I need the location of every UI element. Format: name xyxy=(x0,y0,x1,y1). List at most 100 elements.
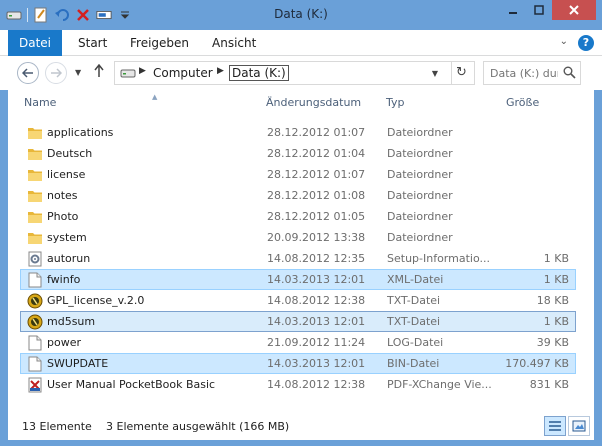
file-name: power xyxy=(47,336,81,349)
file-row[interactable]: GPL_license_v.2.0 14.08.2012 12:38 TXT-Dat… xyxy=(20,290,576,311)
file-type: BIN-Datei xyxy=(387,357,440,370)
file-size: 170.497 KB xyxy=(505,357,569,370)
folder-icon xyxy=(27,209,43,225)
selection-info: 3 Elemente ausgewählt (166 MB) xyxy=(106,420,290,433)
tab-start[interactable]: Start xyxy=(78,30,107,56)
file-date: 28.12.2012 01:08 xyxy=(267,189,366,202)
column-header-date[interactable]: Änderungsdatum xyxy=(266,96,361,109)
file-row[interactable]: notes 28.12.2012 01:08 Dateiordner xyxy=(20,185,576,206)
file-row[interactable]: power 21.09.2012 11:24 LOG-Datei 39 KB xyxy=(20,332,576,353)
item-count: 13 Elemente xyxy=(22,420,92,433)
file-date: 14.08.2012 12:38 xyxy=(267,378,366,391)
file-type: TXT-Datei xyxy=(387,315,441,328)
file-date: 14.03.2013 12:01 xyxy=(267,357,366,370)
sort-ascending-icon: ▲ xyxy=(152,93,158,101)
file-row[interactable]: Deutsch 28.12.2012 01:04 Dateiordner xyxy=(20,143,576,164)
file-size: 831 KB xyxy=(529,378,569,391)
column-header-size[interactable]: Größe xyxy=(506,96,539,109)
drive-icon xyxy=(120,67,136,82)
minimize-button[interactable] xyxy=(500,0,526,20)
status-bar: 13 Elemente 3 Elemente ausgewählt (166 M… xyxy=(8,410,594,440)
help-button[interactable]: ? xyxy=(578,35,594,51)
document-icon xyxy=(27,335,43,351)
column-header-type[interactable]: Typ xyxy=(386,96,405,109)
file-name: notes xyxy=(47,189,78,202)
folder-icon xyxy=(27,167,43,183)
file-type: TXT-Datei xyxy=(387,294,441,307)
back-button[interactable] xyxy=(17,62,39,84)
folder-icon xyxy=(27,188,43,204)
file-size: 39 KB xyxy=(536,336,569,349)
file-size: 1 KB xyxy=(543,315,569,328)
tab-datei[interactable]: Datei xyxy=(8,30,62,56)
folder-icon xyxy=(27,230,43,246)
folder-icon xyxy=(27,146,43,162)
file-name: SWUPDATE xyxy=(47,357,109,370)
file-date: 14.03.2013 12:01 xyxy=(267,273,366,286)
maximize-button[interactable] xyxy=(526,0,552,20)
close-button[interactable] xyxy=(552,0,596,20)
document-icon xyxy=(27,272,43,288)
file-list: Name ▲ Änderungsdatum Typ Größe applicat… xyxy=(8,90,594,410)
file-type: Dateiordner xyxy=(387,210,453,223)
search-input[interactable] xyxy=(484,62,558,84)
file-name: fwinfo xyxy=(47,273,81,286)
tab-freigeben[interactable]: Freigeben xyxy=(130,30,189,56)
window-controls xyxy=(500,0,596,20)
file-date: 28.12.2012 01:05 xyxy=(267,210,366,223)
file-date: 14.03.2013 12:01 xyxy=(267,315,366,328)
file-row[interactable]: system 20.09.2012 13:38 Dateiordner xyxy=(20,227,576,248)
search-icon[interactable] xyxy=(563,66,576,82)
file-row[interactable]: fwinfo 14.03.2013 12:01 XML-Datei 1 KB xyxy=(20,269,576,290)
breadcrumb-chevron-icon[interactable]: ▶ xyxy=(217,66,224,76)
file-date: 20.09.2012 13:38 xyxy=(267,231,366,244)
minimize-icon xyxy=(509,12,517,14)
file-date: 28.12.2012 01:07 xyxy=(267,168,366,181)
large-icons-view-button[interactable] xyxy=(568,416,590,436)
file-date: 21.09.2012 11:24 xyxy=(267,336,366,349)
forward-button[interactable] xyxy=(45,62,67,84)
address-bar[interactable]: ▶ Computer ▶ Data (K:) ▼ ↻ xyxy=(114,61,475,85)
breadcrumb-chevron-icon[interactable]: ▶ xyxy=(139,66,146,76)
explorer-window: Data (K:) Datei Start Freigeben Ansicht … xyxy=(0,0,602,446)
file-name: applications xyxy=(47,126,114,139)
file-type: Setup-Informatio... xyxy=(387,252,490,265)
search-box[interactable] xyxy=(483,61,581,85)
pdf-icon xyxy=(27,377,43,393)
breadcrumb-computer[interactable]: Computer xyxy=(153,66,213,80)
file-row[interactable]: Photo 28.12.2012 01:05 Dateiordner xyxy=(20,206,576,227)
setup-file-icon xyxy=(27,251,43,267)
recent-locations-dropdown[interactable]: ▼ xyxy=(75,68,81,77)
file-date: 14.08.2012 12:38 xyxy=(267,294,366,307)
file-type: LOG-Datei xyxy=(387,336,444,349)
file-type: PDF-XChange Vie... xyxy=(387,378,492,391)
file-name: md5sum xyxy=(47,315,96,328)
file-row[interactable]: autorun 14.08.2012 12:35 Setup-Informatio.… xyxy=(20,248,576,269)
tab-ansicht[interactable]: Ansicht xyxy=(212,30,256,56)
file-size: 1 KB xyxy=(543,252,569,265)
file-row[interactable]: SWUPDATE 14.03.2013 12:01 BIN-Datei 170.497… xyxy=(20,353,576,374)
ribbon-tabs: Datei Start Freigeben Ansicht ⌄ ? xyxy=(0,30,602,56)
breadcrumb-current[interactable]: Data (K:) xyxy=(229,65,289,81)
file-type: Dateiordner xyxy=(387,231,453,244)
file-row[interactable]: md5sum 14.03.2013 12:01 TXT-Datei 1 KB xyxy=(20,311,576,332)
file-name: Photo xyxy=(47,210,79,223)
file-row[interactable]: applications 28.12.2012 01:07 Dateiordner xyxy=(20,122,576,143)
text-app-icon xyxy=(27,314,43,330)
file-row[interactable]: license 28.12.2012 01:07 Dateiordner xyxy=(20,164,576,185)
maximize-icon xyxy=(534,5,544,15)
file-name: User Manual PocketBook Basic xyxy=(47,378,216,391)
back-arrow-icon xyxy=(22,68,33,78)
address-dropdown-icon[interactable]: ▼ xyxy=(427,67,443,81)
up-arrow-icon xyxy=(94,63,104,77)
file-name: system xyxy=(47,231,87,244)
ribbon-expand-icon[interactable]: ⌄ xyxy=(560,36,568,47)
file-name: license xyxy=(47,168,86,181)
up-button[interactable] xyxy=(93,63,105,82)
refresh-button[interactable]: ↻ xyxy=(451,62,471,84)
file-size: 18 KB xyxy=(536,294,569,307)
large-icons-view-icon xyxy=(572,420,586,432)
file-row[interactable]: User Manual PocketBook Basic 14.08.2012 1… xyxy=(20,374,576,395)
column-header-name[interactable]: Name ▲ xyxy=(24,93,157,109)
details-view-button[interactable] xyxy=(544,416,566,436)
